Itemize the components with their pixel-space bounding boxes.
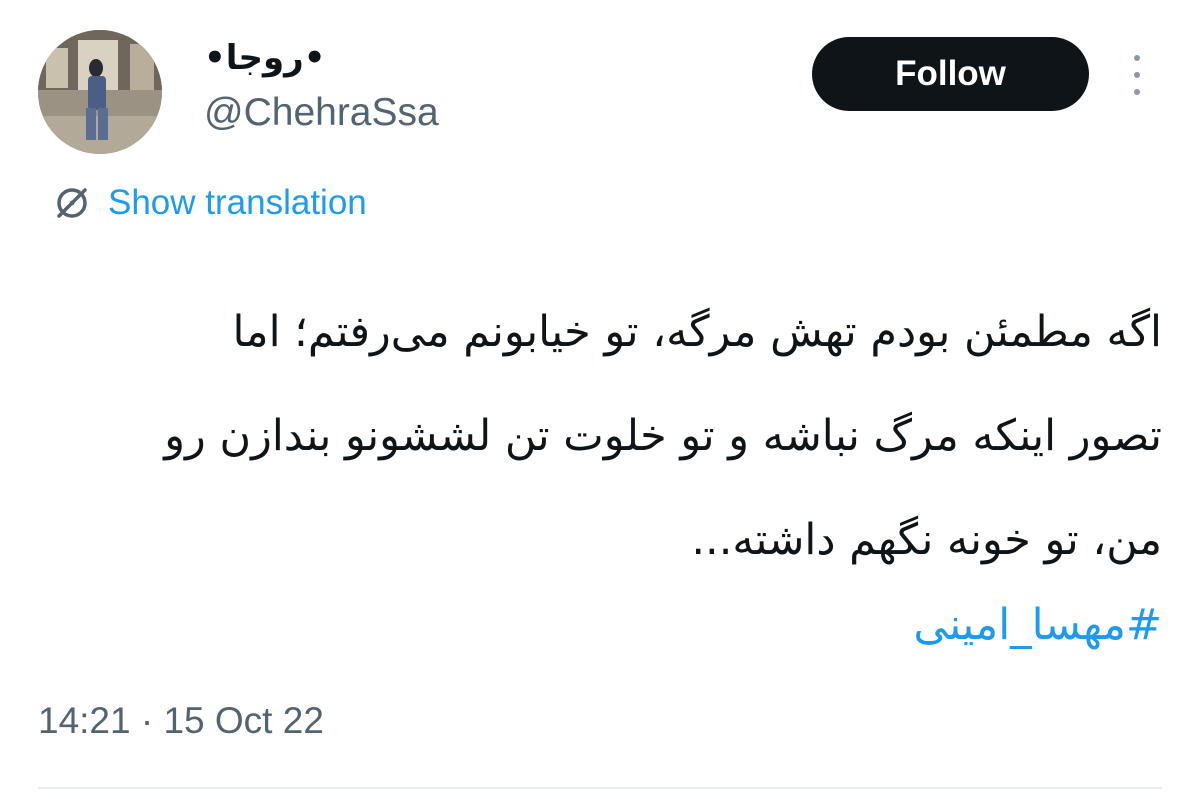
hashtag-link[interactable]: #مهسا_امینی	[913, 590, 1162, 660]
show-translation-link[interactable]: Show translation	[50, 180, 367, 226]
tweet-card: •روجا• @ChehraSsa Follow Show translatio…	[0, 0, 1200, 799]
tweet-text-line: من، تو خونه نگهم داشته...	[691, 515, 1162, 565]
author-display-name[interactable]: •روجا•	[204, 36, 325, 80]
tweet-text-line: اگه مطمئن بودم تهش مرگه، تو خیابونم می‌ر…	[232, 307, 1162, 357]
follow-button[interactable]: Follow	[812, 37, 1089, 111]
tweet-text: اگه مطمئن بودم تهش مرگه، تو خیابونم می‌ر…	[32, 280, 1162, 592]
show-translation-label: Show translation	[108, 183, 367, 222]
author-handle[interactable]: @ChehraSsa	[204, 88, 439, 138]
more-options-icon[interactable]	[1122, 55, 1152, 95]
tweet-text-line: تصور اینکه مرگ نباشه و تو خلوت تن لششونو…	[164, 411, 1162, 461]
divider	[38, 787, 1162, 789]
avatar-image	[38, 30, 162, 154]
globe-translate-icon	[50, 181, 94, 225]
tweet-timestamp[interactable]: 14:21 · 15 Oct 22	[38, 696, 324, 746]
avatar[interactable]	[38, 30, 162, 154]
